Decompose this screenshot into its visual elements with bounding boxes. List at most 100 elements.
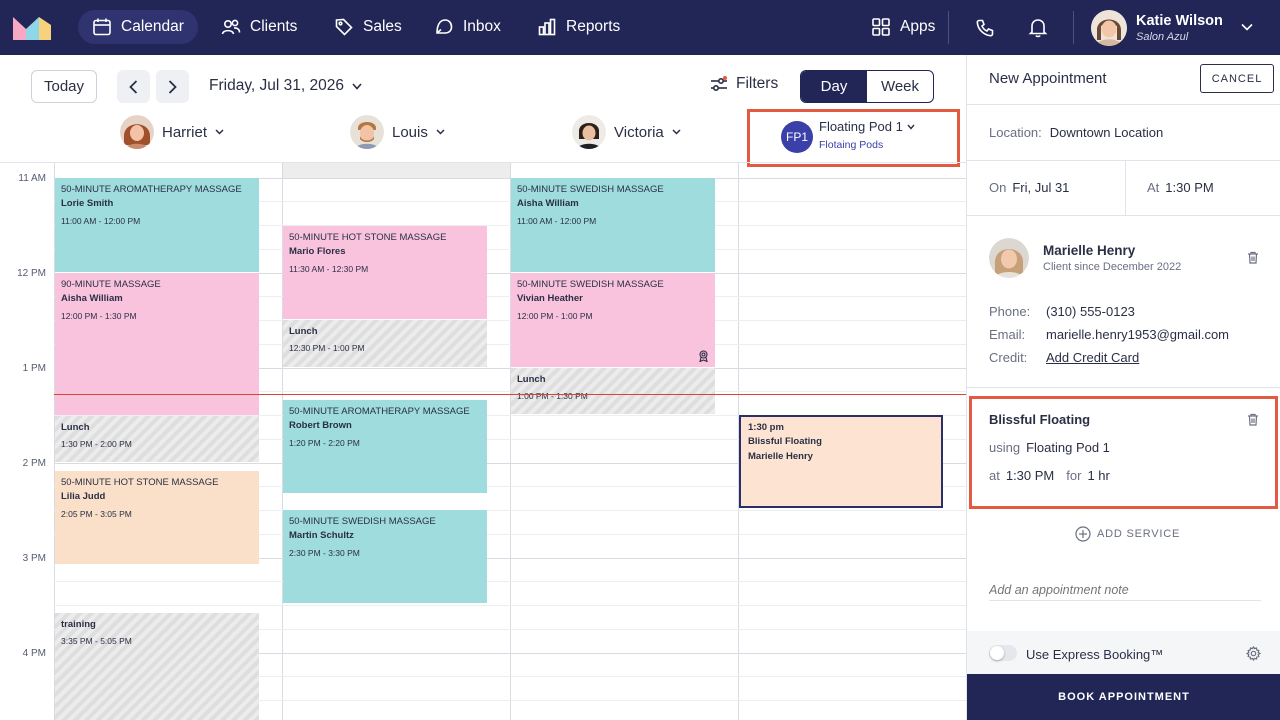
resource-field[interactable]: using Floating Pod 1 xyxy=(989,440,1110,455)
client-contact: Phone: (310) 555-0123 Email: marielle.he… xyxy=(989,300,1229,369)
add-service-button[interactable]: ADD SERVICE xyxy=(1075,526,1180,542)
floating-pod-selector[interactable]: Floating Pod 1 xyxy=(819,119,915,134)
users-icon xyxy=(221,19,241,35)
service-name[interactable]: Blissful Floating xyxy=(989,412,1090,427)
filters-label: Filters xyxy=(736,75,779,92)
staff-header-harriet[interactable]: Harriet xyxy=(120,115,224,149)
time-label: 1 PM xyxy=(22,363,46,374)
book-appointment-button[interactable]: BOOK APPOINTMENT xyxy=(967,674,1280,720)
client-since: Client since December 2022 xyxy=(1043,261,1182,273)
appointment-card[interactable]: 50-MINUTE SWEDISH MASSAGE Vivian Heather… xyxy=(511,273,715,367)
at-label: At xyxy=(1147,180,1160,195)
appointment-card[interactable]: 50-MINUTE HOT STONE MASSAGE Mario Flores… xyxy=(283,226,487,319)
plus-circle-icon xyxy=(1075,526,1091,542)
express-booking-toggle[interactable] xyxy=(989,645,1017,661)
add-credit-card-link[interactable]: Add Credit Card xyxy=(1046,346,1139,369)
credit-row: Credit: Add Credit Card xyxy=(989,346,1229,369)
preview-time: 1:30 pm xyxy=(748,422,784,433)
appointment-card[interactable]: 50-MINUTE HOT STONE MASSAGE Lilia Judd 2… xyxy=(55,471,259,564)
appointment-client: Aisha William xyxy=(61,293,123,305)
staff-header-victoria[interactable]: Victoria xyxy=(572,115,681,149)
blocked-time-card[interactable]: training 3:35 PM - 5:05 PM xyxy=(55,613,259,720)
user-name: Katie Wilson xyxy=(1136,13,1223,29)
appointment-card[interactable]: 50-MINUTE SWEDISH MASSAGE Martin Schultz… xyxy=(283,510,487,603)
bell-icon[interactable] xyxy=(1028,17,1048,38)
appointment-service: 50-MINUTE AROMATHERAPY MASSAGE xyxy=(61,184,242,195)
divider xyxy=(1125,160,1126,215)
today-button[interactable]: Today xyxy=(31,70,97,103)
avatar xyxy=(572,115,606,149)
current-time-line xyxy=(54,394,966,395)
trash-icon[interactable] xyxy=(1247,251,1259,264)
appointment-card[interactable]: 50-MINUTE AROMATHERAPY MASSAGE Lorie Smi… xyxy=(55,178,259,272)
appointment-service: 90-MINUTE MASSAGE xyxy=(61,279,161,290)
new-appointment-preview[interactable]: 1:30 pm Blissful Floating Marielle Henry xyxy=(739,415,943,508)
filters-button[interactable]: Filters xyxy=(710,75,778,93)
view-toggle: Day Week xyxy=(800,70,934,103)
nav-calendar[interactable]: Calendar xyxy=(78,10,198,44)
phone-icon[interactable] xyxy=(975,18,995,38)
nav-apps[interactable]: Apps xyxy=(857,10,949,44)
blocked-time-card[interactable]: Lunch 12:30 PM - 1:00 PM xyxy=(283,320,487,367)
appointment-client: Aisha William xyxy=(517,198,579,210)
svc-at-label: at xyxy=(989,468,1000,483)
staff-name: Louis xyxy=(392,123,428,141)
appointment-card[interactable]: 50-MINUTE SWEDISH MASSAGE Aisha William … xyxy=(511,178,715,272)
chevron-down-icon xyxy=(672,129,681,135)
grid-icon xyxy=(872,18,890,36)
appointment-time: 11:00 AM - 12:00 PM xyxy=(61,215,141,226)
client-name[interactable]: Marielle Henry xyxy=(1043,243,1135,258)
appointment-time: 11:00 AM - 12:00 PM xyxy=(517,215,597,226)
floating-pod-group: Flotaing Pods xyxy=(819,139,884,151)
blocked-time-card[interactable]: Lunch 1:30 PM - 2:00 PM xyxy=(55,416,259,462)
appointment-client: Vivian Heather xyxy=(517,293,583,305)
bar-chart-icon xyxy=(538,18,556,36)
at-value: 1:30 PM xyxy=(1165,180,1214,195)
nav-sales[interactable]: Sales xyxy=(320,10,416,44)
nav-inbox[interactable]: Inbox xyxy=(420,10,515,44)
time-label: 12 PM xyxy=(17,268,46,279)
divider xyxy=(967,104,1280,105)
block-time: 3:35 PM - 5:05 PM xyxy=(61,636,132,647)
nav-inbox-label: Inbox xyxy=(463,18,501,35)
award-ribbon-icon xyxy=(699,350,708,362)
chevron-down-icon[interactable] xyxy=(1241,23,1253,31)
divider xyxy=(967,387,1280,388)
service-time-field[interactable]: at 1:30 PM for 1 hr xyxy=(989,468,1110,483)
time-label: 4 PM xyxy=(22,648,46,659)
quarter-line xyxy=(54,605,966,606)
block-time: 1:00 PM - 1:30 PM xyxy=(517,391,588,402)
gear-icon[interactable] xyxy=(1246,646,1261,661)
block-title: Lunch xyxy=(61,422,90,433)
nav-clients-label: Clients xyxy=(250,18,298,35)
user-avatar[interactable] xyxy=(1091,10,1127,46)
date-field[interactable]: On Fri, Jul 31 xyxy=(989,180,1069,195)
email-value: marielle.henry1953@gmail.com xyxy=(1046,327,1229,342)
cancel-button[interactable]: CANCEL xyxy=(1200,64,1274,93)
appointment-card[interactable]: 50-MINUTE AROMATHERAPY MASSAGE Robert Br… xyxy=(283,400,487,493)
nav-reports[interactable]: Reports xyxy=(523,10,634,44)
time-field[interactable]: At 1:30 PM xyxy=(1147,180,1214,195)
panel-title: New Appointment xyxy=(989,70,1107,87)
email-label: Email: xyxy=(989,327,1026,342)
blocked-time-card[interactable]: Lunch 1:00 PM - 1:30 PM xyxy=(511,368,715,414)
nav-clients[interactable]: Clients xyxy=(207,10,311,44)
location-value: Downtown Location xyxy=(1049,125,1164,140)
on-label: On xyxy=(989,180,1007,195)
prev-day-button[interactable] xyxy=(117,70,150,103)
block-title: Lunch xyxy=(517,374,546,385)
nav-divider xyxy=(948,11,949,44)
week-view-button[interactable]: Week xyxy=(867,71,933,102)
location-row[interactable]: Location: Downtown Location xyxy=(989,125,1163,140)
date-picker[interactable]: Friday, Jul 31, 2026 xyxy=(209,77,362,95)
appointment-time: 2:05 PM - 3:05 PM xyxy=(61,508,132,519)
next-day-button[interactable] xyxy=(156,70,189,103)
brand-logo[interactable] xyxy=(13,15,53,40)
day-view-button[interactable]: Day xyxy=(801,71,867,102)
staff-header-louis[interactable]: Louis xyxy=(350,115,445,149)
appointment-note-input[interactable] xyxy=(989,579,1261,601)
chevron-right-icon xyxy=(168,79,177,94)
using-value: Floating Pod 1 xyxy=(1026,440,1110,455)
nav-divider xyxy=(1073,11,1074,44)
trash-icon[interactable] xyxy=(1247,413,1259,426)
